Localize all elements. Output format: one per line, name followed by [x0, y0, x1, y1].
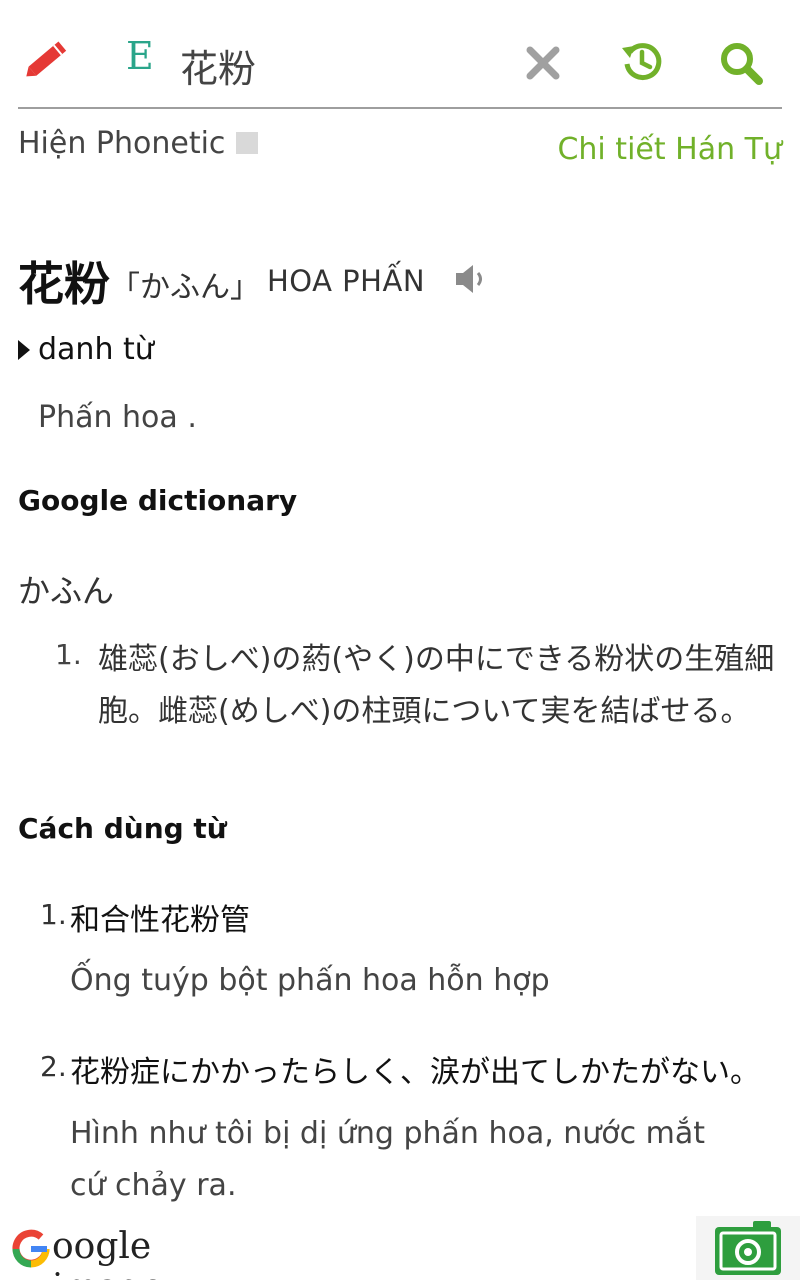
headword: 花粉 [18, 257, 110, 311]
google-g-icon [12, 1229, 50, 1268]
hanviet: HOA PHẤN [267, 264, 426, 298]
close-icon[interactable] [525, 45, 561, 81]
camera-button[interactable] [696, 1216, 800, 1280]
search-input[interactable]: 花粉 [180, 38, 256, 93]
speaker-icon[interactable] [454, 262, 490, 296]
part-of-speech: danh từ [38, 332, 154, 367]
meaning: Phấn hoa . [38, 400, 197, 435]
example-japanese: 花粉症にかかったらしく、涙が出てしかたがない。 [70, 1055, 760, 1090]
definition-number: 1. [55, 638, 82, 671]
search-icon[interactable] [718, 40, 764, 86]
google-dictionary-title: Google dictionary [18, 484, 298, 517]
example-vietnamese: Hình như tôi bị dị ứng phấn hoa, nước mắ… [70, 1116, 706, 1203]
example-vietnamese: Ống tuýp bột phấn hoa hỗn hợp [70, 963, 550, 998]
history-icon[interactable] [620, 40, 664, 84]
example-number: 1. [40, 898, 67, 931]
phonetic-label: Hiện Phonetic [18, 126, 226, 161]
definition-text: 雄蕊(おしべ)の葯(やく)の中にできる粉状の生殖細胞。雌蕊(めしべ)の柱頭につい… [98, 642, 775, 729]
example-japanese: 和合性花粉管 [70, 903, 250, 938]
camera-icon [715, 1221, 781, 1275]
google-image-label: oogle image [52, 1226, 163, 1280]
usage-title: Cách dùng từ [18, 812, 227, 845]
google-dictionary-reading: かふん [18, 572, 115, 610]
kanji-detail-link[interactable]: Chi tiết Hán Tự [557, 132, 782, 167]
example-number: 2. [40, 1050, 67, 1083]
phonetic-checkbox[interactable] [236, 132, 258, 154]
language-toggle[interactable]: E [126, 34, 154, 78]
google-image-button[interactable]: oogle image [8, 1224, 258, 1280]
expand-arrow-icon[interactable] [18, 340, 30, 360]
reading: 「かふん」 [110, 270, 260, 305]
pencil-icon[interactable] [20, 38, 74, 80]
